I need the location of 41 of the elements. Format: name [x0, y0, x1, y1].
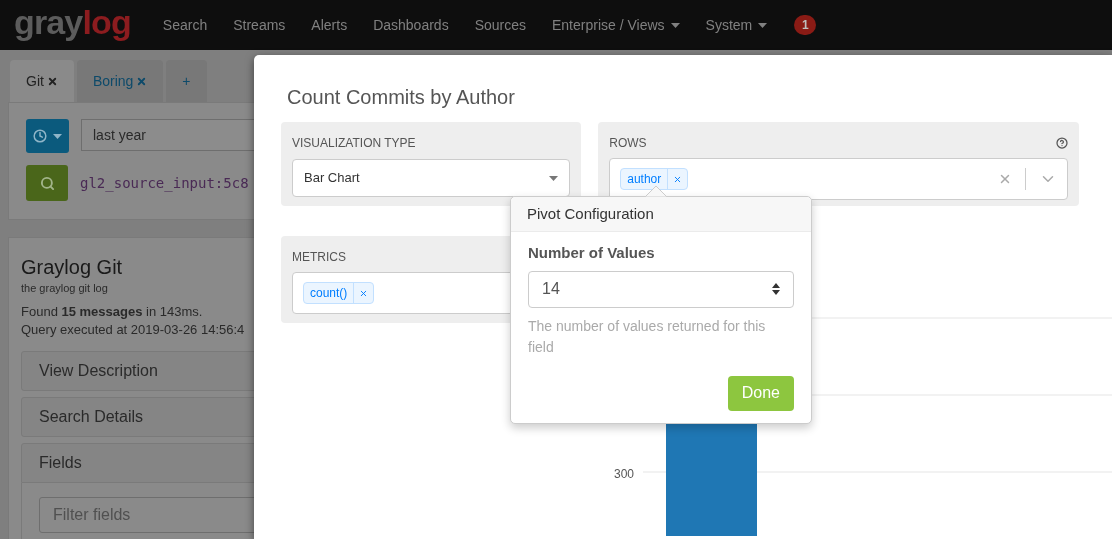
notification-badge[interactable]: 1	[794, 15, 817, 35]
close-icon	[136, 75, 148, 87]
nav-link[interactable]: Streams	[220, 14, 299, 36]
field-label: Number of Values	[528, 243, 655, 263]
tag-label: count()	[309, 285, 349, 302]
search-icon	[39, 175, 55, 191]
result-summary: Found 15 messages in 143ms.	[21, 302, 203, 321]
number-field[interactable]: 14	[528, 270, 794, 308]
y-tick-label: 300	[614, 466, 635, 483]
caret-icon	[758, 22, 768, 28]
caret-icon	[670, 22, 680, 28]
search-button[interactable]	[26, 165, 68, 201]
caret-icon	[53, 133, 62, 139]
nav-link[interactable]: Search	[149, 14, 221, 36]
field-label: METRICS	[292, 249, 346, 266]
close-icon	[673, 174, 683, 184]
nav-link[interactable]: Dashboards	[360, 14, 462, 36]
spinner-icon[interactable]	[771, 281, 781, 296]
nav-link[interactable]: Sources	[461, 14, 539, 36]
query-tab[interactable]: Git	[10, 60, 74, 102]
view-description: the graylog git log	[21, 281, 108, 296]
close-icon	[46, 75, 58, 87]
clock-icon	[33, 129, 47, 143]
execution-time: Query executed at 2019-03-26 14:56:4	[21, 320, 245, 339]
visualization-select[interactable]: Bar Chart	[292, 159, 571, 197]
help-text: The number of values returned for this field	[528, 316, 767, 357]
close-icon	[359, 288, 369, 298]
nav-link[interactable]: System	[692, 14, 781, 36]
view-title: Graylog Git	[21, 255, 123, 280]
logo[interactable]: graylog	[14, 5, 131, 39]
field-label: ROWS	[609, 135, 647, 152]
clear-icon[interactable]	[998, 172, 1012, 186]
nav-link[interactable]: Alerts	[298, 14, 361, 36]
help-icon[interactable]	[1056, 137, 1068, 149]
nav-link[interactable]: Enterprise / Views	[539, 14, 693, 36]
caret-icon	[549, 175, 559, 181]
time-range-button[interactable]	[26, 119, 69, 153]
query-text[interactable]: gl2_source_input:5c8	[80, 172, 249, 194]
modal-title: Count Commits by Author	[287, 85, 516, 109]
rows-select[interactable]: author	[609, 158, 1068, 200]
tag-label: author	[626, 171, 663, 188]
